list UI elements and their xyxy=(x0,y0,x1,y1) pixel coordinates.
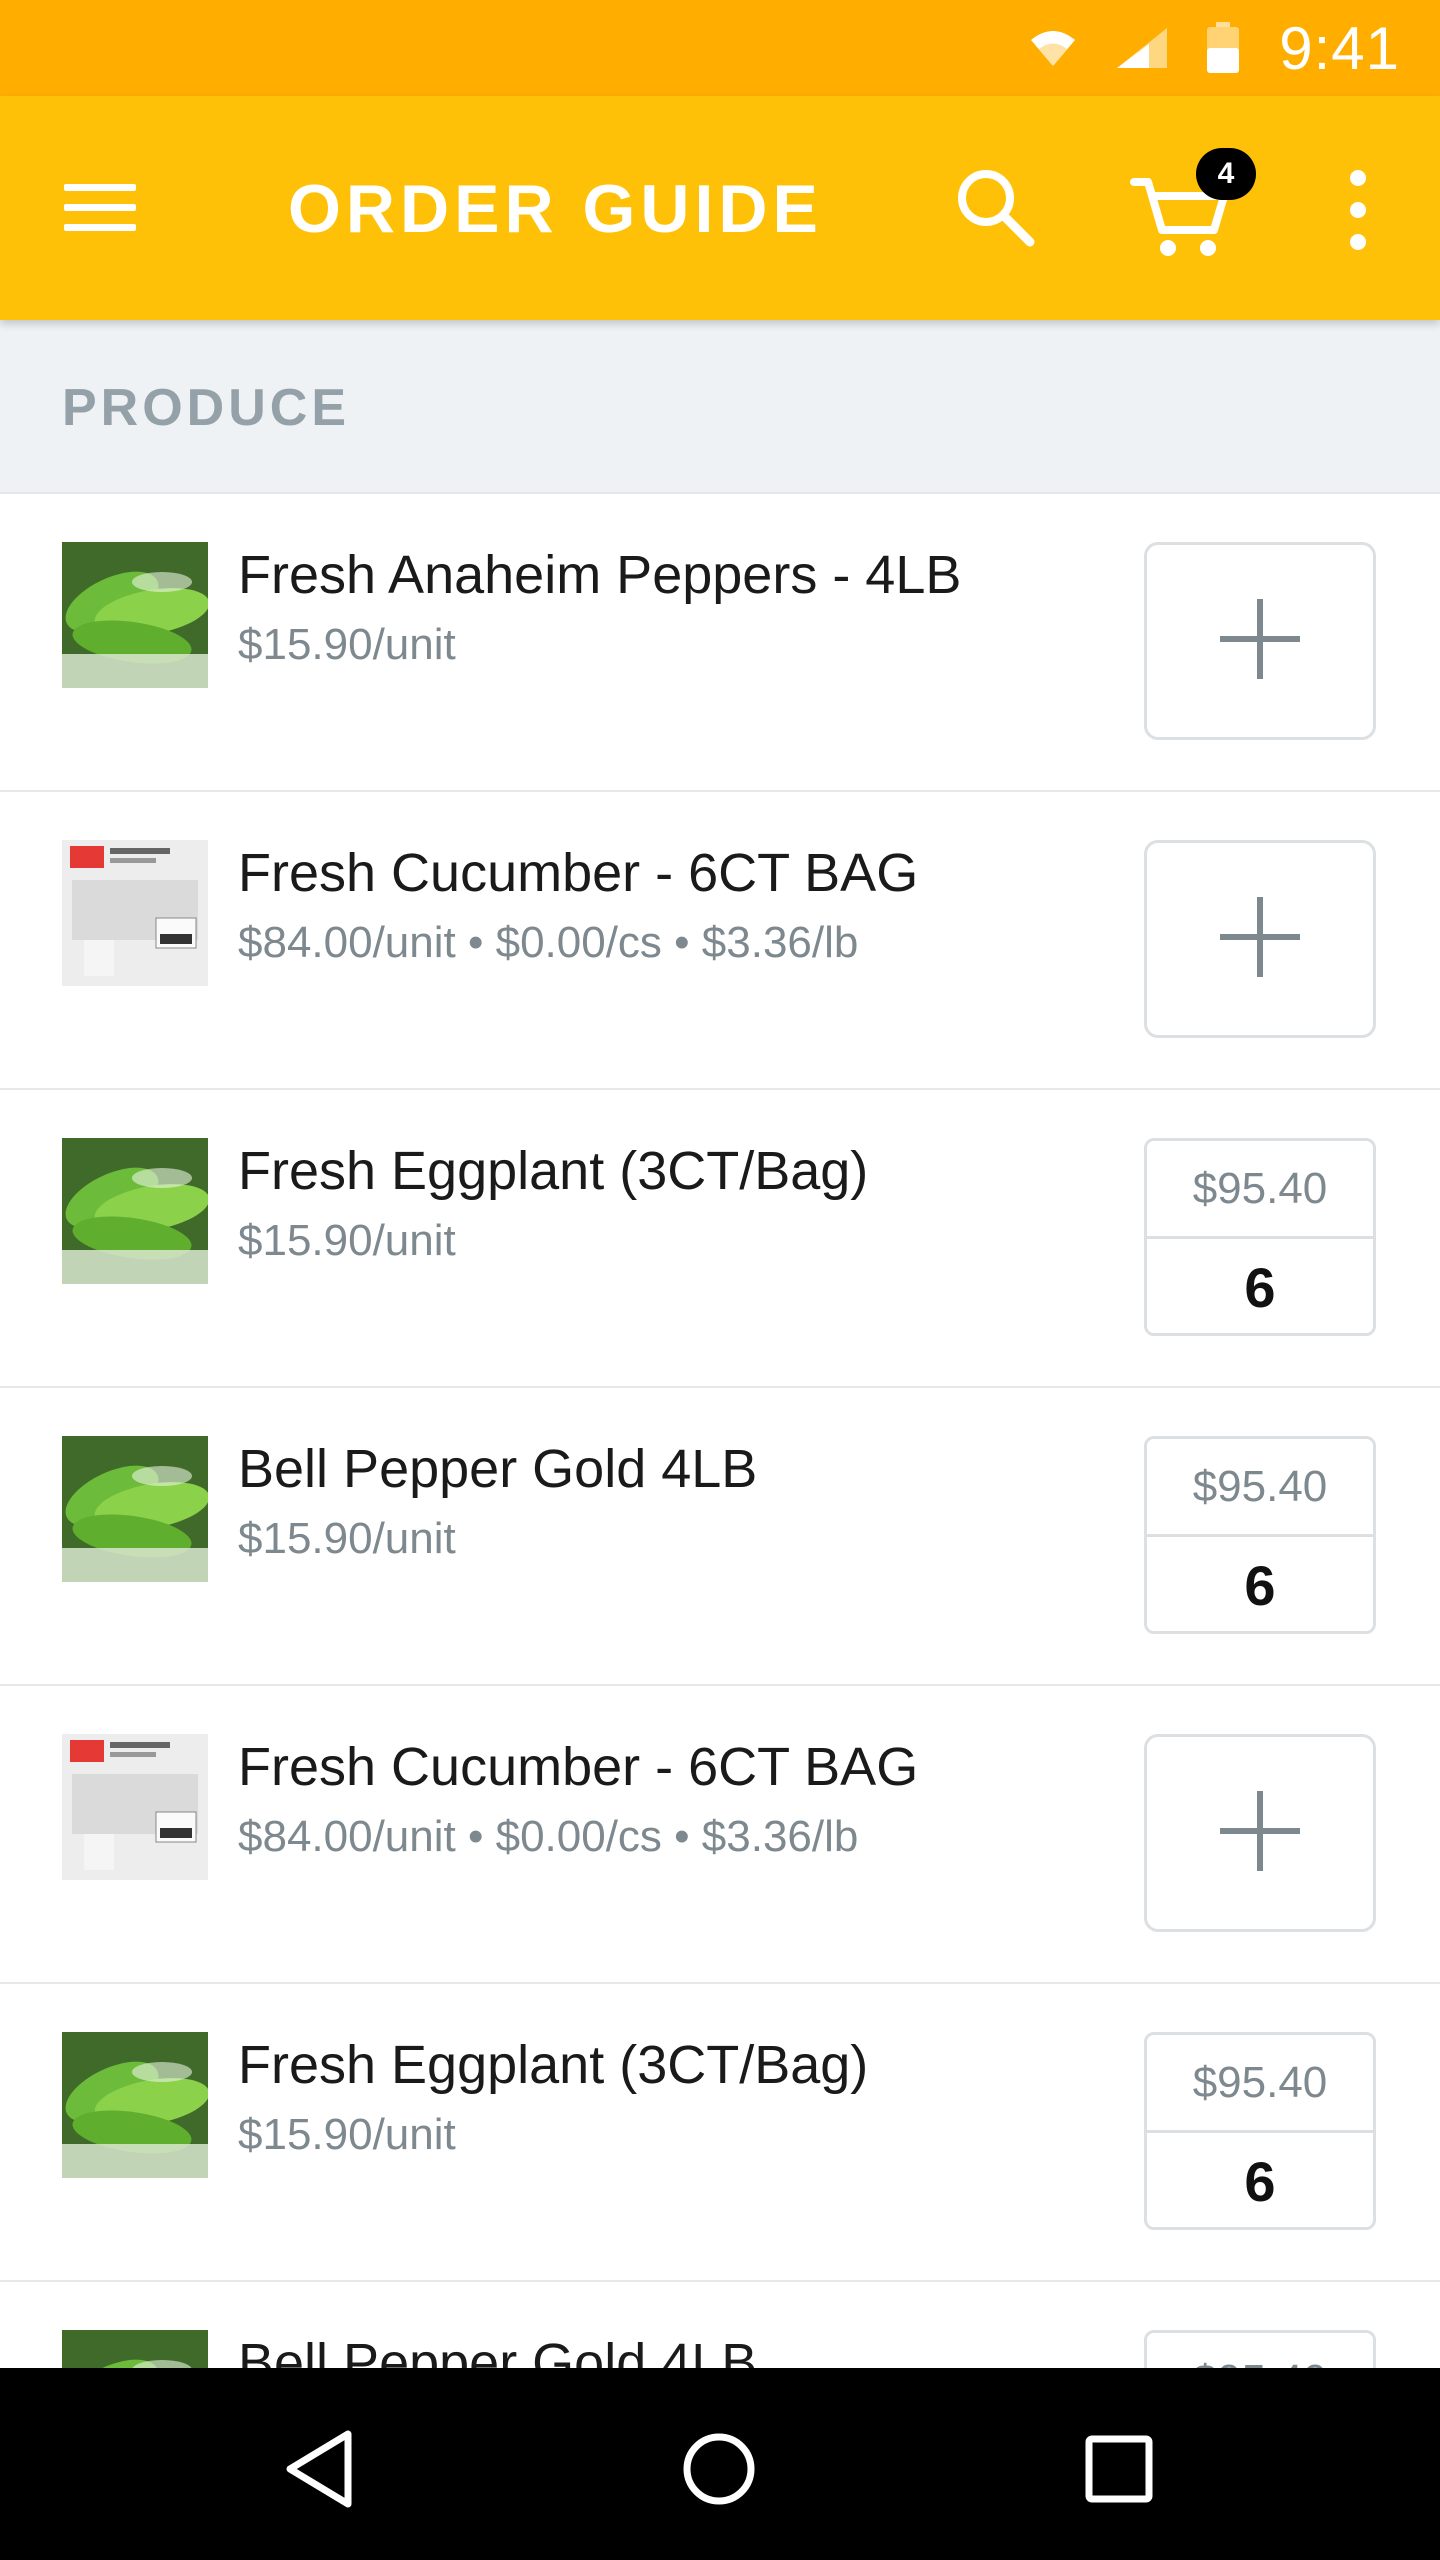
plus-icon xyxy=(1218,597,1302,686)
list-item[interactable]: Fresh Eggplant (3CT/Bag) $15.90/unit $95.4… xyxy=(0,1090,1440,1388)
section-header: PRODUCE xyxy=(0,320,1440,494)
menu-icon[interactable] xyxy=(56,168,144,248)
list-item[interactable]: Bell Pepper Gold 4LB $15.90/unit $95.406 xyxy=(0,1388,1440,1686)
item-name: Fresh Cucumber - 6CT BAG xyxy=(238,843,919,903)
page-title: ORDER GUIDE xyxy=(288,171,823,247)
product-peppers-image xyxy=(62,542,208,688)
item-name: Fresh Cucumber - 6CT BAG xyxy=(238,1737,919,1797)
plus-icon xyxy=(1218,895,1302,984)
list-item[interactable]: Fresh Anaheim Peppers - 4LB $15.90/unit xyxy=(0,494,1440,792)
cell-signal-icon xyxy=(1115,20,1169,76)
plus-icon xyxy=(1218,1789,1302,1878)
quantity-value[interactable]: 6 xyxy=(1147,2133,1373,2227)
app-bar: ORDER GUIDE 4 xyxy=(0,96,1440,320)
quantity-box[interactable]: $95.406 xyxy=(1144,1436,1376,1634)
navigation-bar xyxy=(0,2368,1440,2560)
list-item[interactable]: Fresh Cucumber - 6CT BAG $84.00/unit • $0… xyxy=(0,792,1440,1090)
item-name: Fresh Anaheim Peppers - 4LB xyxy=(238,545,962,605)
status-bar: 9:41 xyxy=(0,0,1440,96)
add-to-cart-button[interactable] xyxy=(1144,840,1376,1038)
item-price: $84.00/unit • $0.00/cs • $3.36/lb xyxy=(238,1812,859,1861)
wifi-icon xyxy=(1029,20,1077,76)
list-item[interactable]: Fresh Cucumber - 6CT BAG $84.00/unit • $0… xyxy=(0,1686,1440,1984)
item-price: $84.00/unit • $0.00/cs • $3.36/lb xyxy=(238,918,859,967)
recents-icon[interactable] xyxy=(1074,2424,1164,2514)
quantity-box[interactable]: $95.406 xyxy=(1144,1138,1376,1336)
quantity-box[interactable]: $95.406 xyxy=(1144,2032,1376,2230)
line-total: $95.40 xyxy=(1147,1141,1373,1239)
list-item[interactable]: Fresh Eggplant (3CT/Bag) $15.90/unit $95.4… xyxy=(0,1984,1440,2282)
more-vert-icon[interactable] xyxy=(1330,160,1386,260)
line-total: $95.40 xyxy=(1147,1439,1373,1537)
product-package-image xyxy=(62,1734,208,1880)
cart-count-badge: 4 xyxy=(1196,148,1256,200)
search-icon[interactable] xyxy=(950,162,1040,252)
battery-icon xyxy=(1207,20,1240,76)
item-price: $15.90/unit xyxy=(238,620,456,669)
item-name: Fresh Eggplant (3CT/Bag) xyxy=(238,1141,869,1201)
item-name: Fresh Eggplant (3CT/Bag) xyxy=(238,2035,869,2095)
section-title: PRODUCE xyxy=(62,379,351,437)
product-peppers-image xyxy=(62,1138,208,1284)
quantity-value[interactable]: 6 xyxy=(1147,1239,1373,1333)
item-name: Bell Pepper Gold 4LB xyxy=(238,1439,758,1499)
item-price: $15.90/unit xyxy=(238,2110,456,2159)
quantity-value[interactable]: 6 xyxy=(1147,1537,1373,1631)
back-icon[interactable] xyxy=(276,2424,366,2514)
line-total: $95.40 xyxy=(1147,2035,1373,2133)
product-list: Fresh Anaheim Peppers - 4LB $15.90/unit Fr… xyxy=(0,494,1440,2560)
add-to-cart-button[interactable] xyxy=(1144,542,1376,740)
status-time: 9:41 xyxy=(1279,14,1400,82)
item-price: $15.90/unit xyxy=(238,1514,456,1563)
add-to-cart-button[interactable] xyxy=(1144,1734,1376,1932)
item-price: $15.90/unit xyxy=(238,1216,456,1265)
product-package-image xyxy=(62,840,208,986)
product-peppers-image xyxy=(62,2032,208,2178)
home-icon[interactable] xyxy=(674,2424,764,2514)
product-peppers-image xyxy=(62,1436,208,1582)
